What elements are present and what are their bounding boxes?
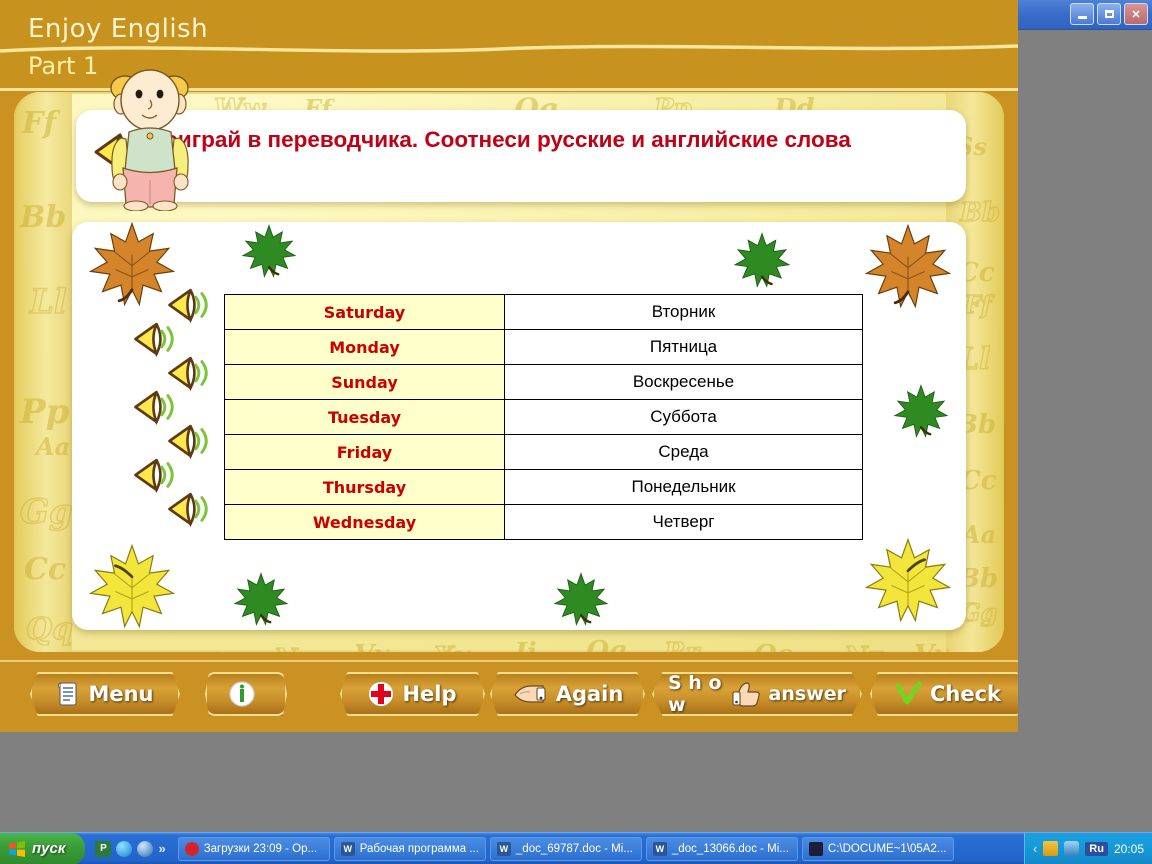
taskbar-window-list: Загрузки 23:09 - Op... W Рабочая програм… [174, 836, 1024, 861]
bottom-toolbar: Menu Help Again S h o w answer Check [0, 660, 1018, 732]
start-button-label: пуск [32, 840, 66, 857]
show-hidden-icons-button[interactable]: ‹ [1033, 841, 1037, 856]
thumbs-up-icon [731, 681, 761, 707]
menu-button-label: Menu [88, 682, 154, 706]
cartoon-boy [110, 69, 189, 211]
instruction-text: Поиграй в переводчика. Соотнеси русские … [148, 127, 851, 152]
word-icon: W [496, 841, 511, 856]
start-button[interactable]: пуск [0, 832, 86, 864]
close-icon[interactable]: ✕ [1124, 3, 1148, 25]
russian-cell[interactable]: Среда [504, 434, 863, 470]
english-cell[interactable]: Monday [224, 329, 505, 365]
russian-cell[interactable]: Пятница [504, 329, 863, 365]
green-check-icon [894, 681, 922, 707]
matching-table: Saturday Вторник Monday Пятница Sunday В… [224, 294, 863, 540]
instruction-card: Поиграй в переводчика. Соотнеси русские … [76, 110, 966, 202]
app-title: Enjoy English [28, 14, 209, 44]
taskbar-item[interactable]: W _doc_13066.doc - Mi... [645, 836, 798, 861]
word-icon: W [652, 841, 667, 856]
russian-cell[interactable]: Вторник [504, 294, 863, 330]
taskbar-item-label: _doc_13066.doc - Mi... [671, 842, 789, 855]
check-button[interactable]: Check [870, 672, 1018, 716]
check-button-label: Check [929, 682, 1002, 706]
window-title-bar: ✕ [1000, 0, 1152, 30]
word-icon[interactable]: P [95, 840, 112, 857]
volume-icon[interactable] [1064, 841, 1080, 856]
red-cross-icon [368, 681, 394, 707]
opera-icon [184, 841, 199, 856]
russian-cell[interactable]: Суббота [504, 399, 863, 435]
window-controls: ✕ [1070, 3, 1148, 25]
table-row[interactable]: Wednesday Четверг [224, 504, 863, 540]
english-cell[interactable]: Thursday [224, 469, 505, 505]
menu-button[interactable]: Menu [30, 672, 180, 716]
maple-leaf-yellow [864, 537, 952, 623]
table-row[interactable]: Thursday Понедельник [224, 469, 863, 505]
globe-icon[interactable] [116, 840, 133, 857]
taskbar-item-label: Рабочая программа ... [359, 842, 479, 855]
maple-leaf-yellow [88, 543, 176, 629]
info-icon [228, 680, 256, 708]
maple-leaf-green [233, 572, 289, 626]
maple-leaf-orange [864, 223, 952, 309]
speaker-icon[interactable] [164, 488, 210, 530]
taskbar-item-label: Загрузки 23:09 - Op... [203, 842, 318, 855]
help-button-label: Help [402, 682, 457, 706]
info-button[interactable] [205, 672, 287, 716]
table-row[interactable]: Monday Пятница [224, 329, 863, 365]
scroll-icon [56, 681, 80, 707]
show-answer-label-part1: S h o w [668, 672, 722, 716]
table-row[interactable]: Friday Среда [224, 434, 863, 470]
english-cell[interactable]: Saturday [224, 294, 505, 330]
taskbar-item[interactable]: W Рабочая программа ... [333, 836, 486, 861]
english-cell[interactable]: Sunday [224, 364, 505, 400]
help-button[interactable]: Help [340, 672, 485, 716]
russian-cell[interactable]: Понедельник [504, 469, 863, 505]
desktop: ✕ Enjoy English Part 1 Ff Bb Pp Aa Cc Qq… [0, 0, 1152, 864]
taskbar-item-label: C:\DOCUME~1\05A2... [827, 842, 947, 855]
clock[interactable]: 20:05 [1114, 842, 1144, 856]
table-row[interactable]: Saturday Вторник [224, 294, 863, 330]
minimize-button[interactable] [1070, 3, 1094, 25]
folder-icon [808, 841, 823, 856]
maple-leaf-green [893, 384, 949, 438]
taskbar-item[interactable]: W _doc_69787.doc - Mi... [489, 836, 642, 861]
taskbar-item[interactable]: C:\DOCUME~1\05A2... [801, 836, 954, 861]
english-cell[interactable]: Wednesday [224, 504, 505, 540]
pointing-hand-icon [512, 681, 548, 707]
keyboard-layout-icon[interactable] [1043, 841, 1059, 856]
more-chevrons[interactable]: » [158, 841, 165, 856]
maximize-button[interactable] [1097, 3, 1121, 25]
exercise-area: Saturday Вторник Monday Пятница Sunday В… [72, 222, 966, 630]
again-button[interactable]: Again [490, 672, 645, 716]
windows-logo-icon [9, 840, 25, 857]
russian-cell[interactable]: Четверг [504, 504, 863, 540]
again-button-label: Again [555, 682, 624, 706]
russian-cell[interactable]: Воскресенье [504, 364, 863, 400]
english-cell[interactable]: Tuesday [224, 399, 505, 435]
english-cell[interactable]: Friday [224, 434, 505, 470]
table-row[interactable]: Tuesday Суббота [224, 399, 863, 435]
windows-taskbar: пуск P » Загрузки 23:09 - Op... W Рабоча… [0, 832, 1152, 864]
taskbar-item-label: _doc_69787.doc - Mi... [515, 842, 633, 855]
system-tray: ‹ Ru 20:05 [1023, 832, 1152, 864]
maple-leaf-green [553, 572, 609, 626]
show-answer-button[interactable]: S h o w answer [652, 672, 862, 716]
ie-icon[interactable] [137, 840, 154, 857]
maple-leaf-green [733, 232, 791, 288]
show-answer-label-part2: answer [768, 683, 846, 705]
table-row[interactable]: Sunday Воскресенье [224, 364, 863, 400]
word-icon: W [340, 841, 355, 856]
maple-leaf-green [241, 224, 297, 278]
app-subtitle: Part 1 [28, 52, 99, 80]
page-gutter-left [14, 92, 72, 652]
quick-launch-bar: P » [85, 840, 173, 857]
taskbar-item[interactable]: Загрузки 23:09 - Op... [177, 836, 330, 861]
language-indicator[interactable]: Ru [1085, 841, 1108, 856]
application-window: Enjoy English Part 1 Ff Bb Pp Aa Cc Qq W… [0, 0, 1018, 732]
